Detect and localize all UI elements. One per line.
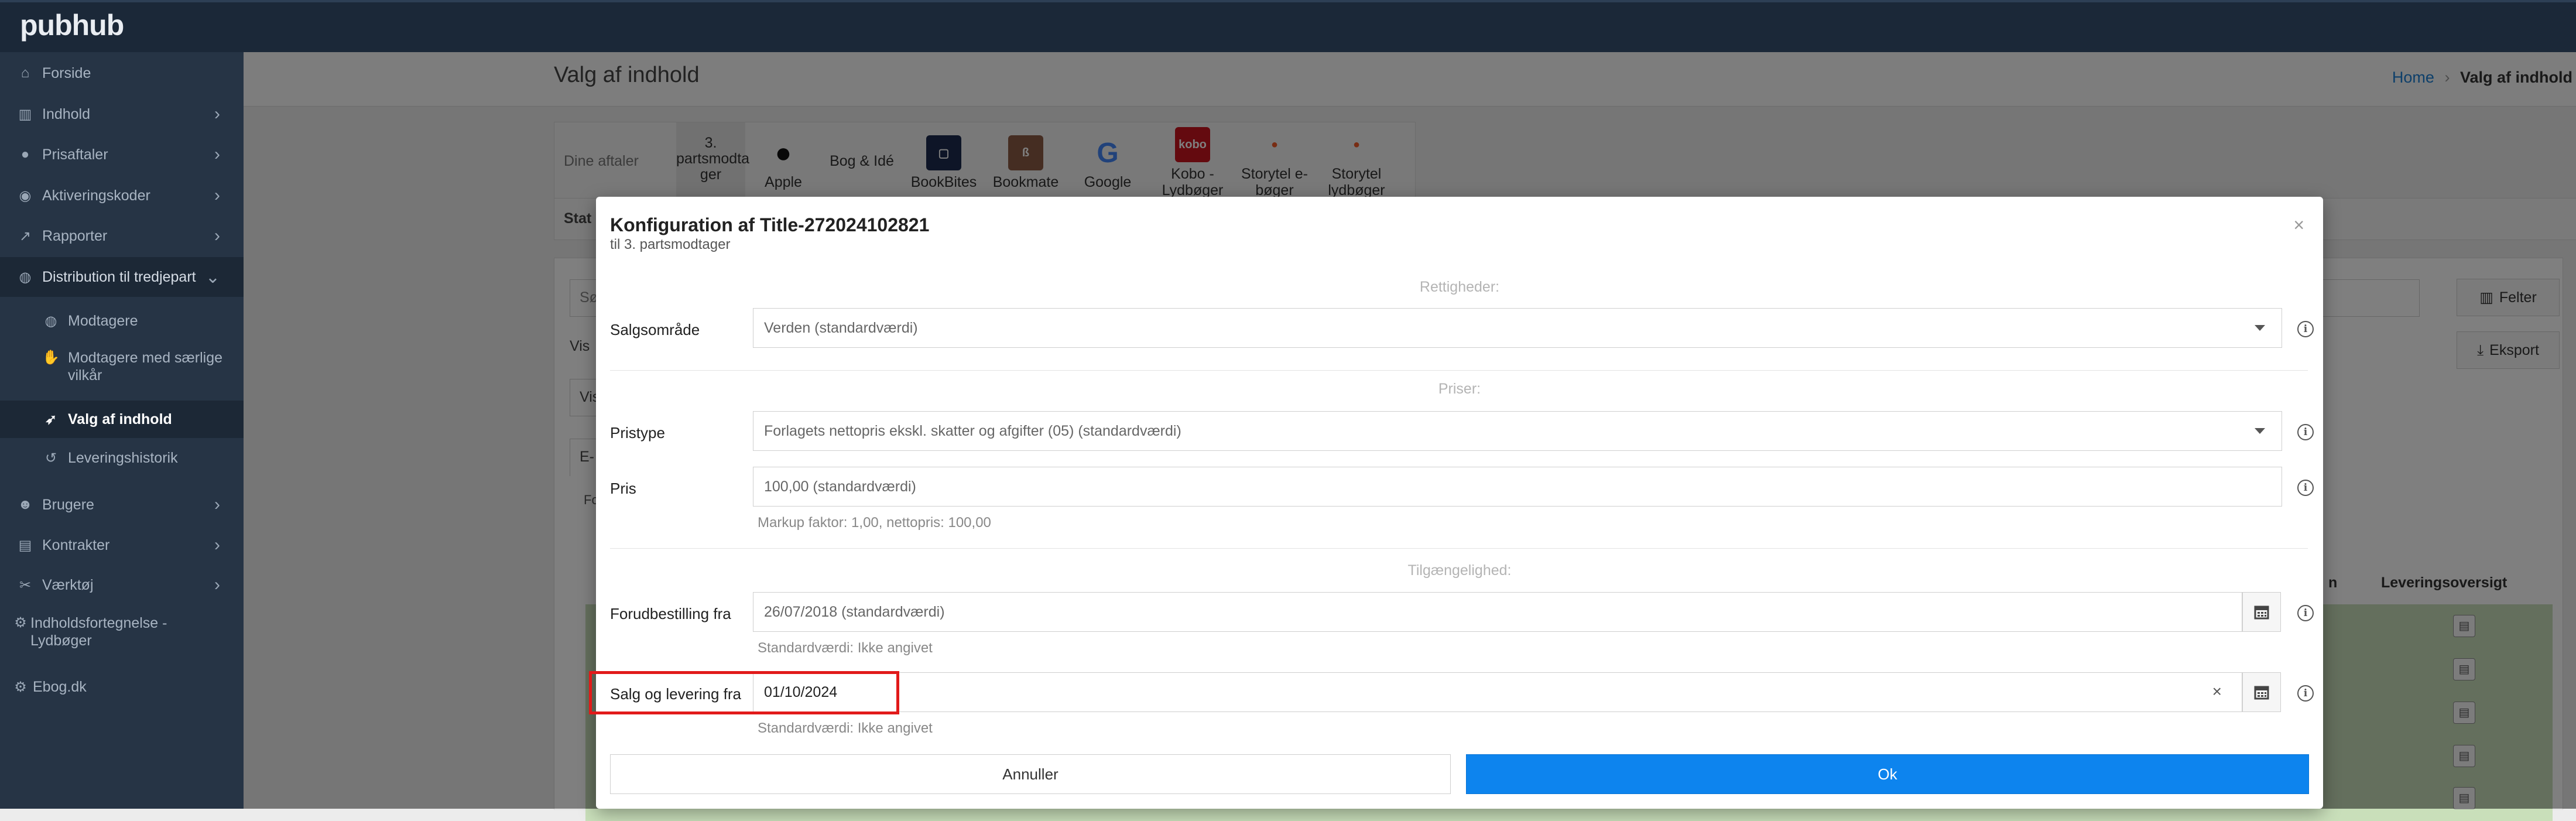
sidebar-item-label: Prisaftaler [42,146,108,163]
chevron-right-icon: › [214,145,220,164]
price-value: 100,00 (standardværdi) [764,478,916,495]
price-hint: Markup faktor: 1,00, nettopris: 100,00 [758,515,991,531]
section-availability-heading: Tilgængelighed: [1407,562,1512,579]
brand-logo[interactable]: pubhub [20,8,124,42]
sidebar-item-rapporter[interactable]: ↗ Rapporter › [0,218,244,254]
highlight-box [589,671,899,714]
preorder-from-input[interactable]: 26/07/2018 (standardværdi) [753,592,2242,632]
chevron-right-icon: › [214,575,220,594]
modal-subtitle: til 3. partsmodtager [610,237,731,252]
clear-icon[interactable]: × [2212,682,2222,701]
calendar-button[interactable] [2242,672,2281,712]
sidebar-item-distribution[interactable]: ◍ Distribution til tredjepart ⌄ [0,257,244,297]
sales-area-label: Salgsområde [610,321,700,338]
section-prices-heading: Priser: [1438,381,1481,397]
top-bar: pubhub [0,0,2576,52]
sidebar-item-kontrakter[interactable]: ▤ Kontrakter › [0,528,244,563]
sidebar-item-label: Aktiveringskoder [42,187,150,204]
chevron-right-icon: › [214,495,220,514]
price-input[interactable]: 100,00 (standardværdi) [753,467,2282,507]
chevron-right-icon: › [214,104,220,124]
sidebar-item-aktiveringskoder[interactable]: ◉ Aktiveringskoder › [0,178,244,213]
price-type-select[interactable]: Forlagets nettopris ekskl. skatter og af… [753,411,2282,451]
price-type-label: Pristype [610,424,665,442]
sidebar-item-label: Modtagere [68,312,138,329]
globe-small-icon: ◍ [44,313,57,329]
divider [610,370,2308,371]
sales-area-value: Verden (standardværdi) [764,319,918,336]
document-icon: ▤ [18,537,32,553]
sidebar-item-ebog[interactable]: ⚙ Ebog.dk [0,669,244,704]
cancel-button[interactable]: Annuller [610,754,1451,794]
chevron-right-icon: › [214,226,220,245]
info-icon[interactable]: i [2297,321,2314,337]
sidebar-item-label: Indholdsfortegnelse - Lydbøger [30,615,167,649]
price-type-value: Forlagets nettopris ekskl. skatter og af… [764,422,1181,439]
chevron-right-icon: › [214,535,220,555]
info-icon[interactable]: i [2297,685,2314,702]
info-icon[interactable]: i [2297,480,2314,496]
gear-icon: ⚙ [14,679,27,695]
configuration-modal: Konfiguration af Title-272024102821 til … [596,197,2323,809]
sidebar-item-label: Distribution til tredjepart [42,268,196,285]
preorder-from-value: 26/07/2018 (standardværdi) [764,603,945,620]
chart-icon: ↗ [19,228,32,244]
globe-icon: ◍ [19,269,32,285]
handshake-icon: ✋ [42,350,60,365]
calendar-button[interactable] [2242,592,2281,632]
sidebar-item-label: Modtagere med særlige vilkår [68,350,223,384]
preorder-from-hint: Standardværdi: Ikke angivet [758,640,933,656]
sale-delivery-from-hint: Standardværdi: Ikke angivet [758,720,933,736]
books-icon: ▥ [18,106,32,122]
ok-button[interactable]: Ok [1466,754,2309,794]
users-icon: ☻ [18,497,33,512]
sidebar-item-label: Ebog.dk [33,678,87,695]
sidebar: ⌂ Forside ▥ Indhold › ● Prisaftaler › ◉ … [0,52,244,809]
key-icon: ◉ [19,187,32,204]
sidebar-item-label: Kontrakter [42,536,110,553]
rocket-icon: ➶ [44,411,57,427]
info-icon[interactable]: i [2297,605,2314,621]
sidebar-item-label: Værktøj [42,576,94,593]
divider [610,548,2308,549]
modal-title: Konfiguration af Title-272024102821 [610,214,930,235]
tag-icon: ● [20,146,30,162]
calendar-icon [2254,686,2269,700]
sidebar-item-label: Leveringshistorik [68,449,178,466]
caret-down-icon [2255,325,2265,331]
sidebar-item-label: Indhold [42,105,91,122]
sidebar-item-brugere[interactable]: ☻ Brugere › [0,487,244,522]
sidebar-item-forside[interactable]: ⌂ Forside [0,56,244,91]
chevron-down-icon: ⌄ [205,267,220,287]
preorder-from-label: Forudbestilling fra [610,605,731,622]
sidebar-item-leveringshistorik[interactable]: ↺ Leveringshistorik [0,440,244,476]
sidebar-item-modtagere[interactable]: ◍ Modtagere [0,303,244,338]
tools-icon: ✂ [19,577,32,593]
sidebar-item-prisaftaler[interactable]: ● Prisaftaler › [0,137,244,172]
home-icon: ⌂ [20,65,30,81]
caret-down-icon [2255,428,2265,434]
sidebar-item-indhold[interactable]: ▥ Indhold › [0,97,244,132]
section-rights-heading: Rettigheder: [1419,279,1500,295]
history-icon: ↺ [44,450,57,466]
info-icon[interactable]: i [2297,424,2314,440]
gear-icon: ⚙ [14,615,27,631]
sidebar-item-indholdsfortegnelse[interactable]: ⚙ Indholdsfortegnelse - Lydbøger [0,608,244,654]
sidebar-item-label: Rapporter [42,227,108,244]
close-icon[interactable]: × [2293,214,2304,236]
sidebar-item-valg-af-indhold[interactable]: ➶ Valg af indhold [0,401,244,438]
sidebar-item-modtagere-saerlige-vilkaar[interactable]: ✋ Modtagere med særlige vilkår [0,343,244,389]
sidebar-item-label: Forside [42,64,91,81]
chevron-right-icon: › [214,186,220,205]
calendar-icon [2254,606,2269,620]
price-label: Pris [610,480,636,497]
sidebar-item-vaerktoej[interactable]: ✂ Værktøj › [0,567,244,603]
sales-area-select[interactable]: Verden (standardværdi) [753,308,2282,348]
sidebar-item-label: Brugere [42,496,94,513]
sidebar-item-label: Valg af indhold [68,411,172,427]
sale-delivery-from-input[interactable]: 01/10/2024 × [753,672,2242,712]
